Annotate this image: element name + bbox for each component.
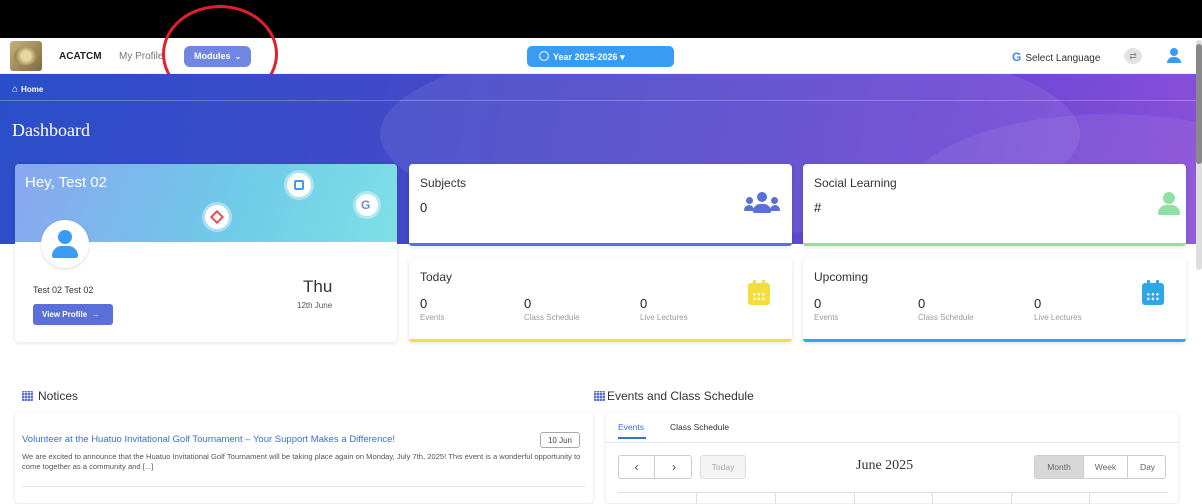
select-language-button[interactable]: G Select Language [1012, 50, 1100, 64]
notices-heading: Notices [22, 389, 78, 403]
year-label: Year 2025-2026 [553, 52, 618, 62]
page-title: Dashboard [12, 120, 90, 140]
tab-events[interactable]: Events [618, 422, 646, 439]
calendar-grid [618, 492, 1168, 504]
google-icon: G [1012, 50, 1022, 64]
breadcrumb-home[interactable]: ⌂ Home [12, 84, 43, 95]
home-icon: ⌂ [12, 84, 19, 95]
view-day-button[interactable]: Day [1127, 456, 1165, 478]
day-name: Thu [303, 277, 333, 296]
subjects-title: Subjects [420, 176, 467, 190]
calendar-icon [22, 391, 33, 401]
select-language-label: Select Language [1025, 53, 1101, 64]
notices-card: Volunteer at the Huatuo Invitational Gol… [15, 413, 593, 503]
my-profile-link[interactable]: My Profile [119, 51, 163, 62]
users-group-icon [744, 192, 780, 214]
refresh-badge-icon: G [356, 194, 378, 216]
today-title: Today [420, 270, 453, 284]
social-learning-card[interactable]: Social Learning # [803, 164, 1186, 246]
brand-name[interactable]: ACATCM [59, 51, 102, 62]
user-full-name: Test 02 Test 02 [33, 285, 94, 295]
view-month-button[interactable]: Month [1035, 456, 1083, 478]
square-badge-icon [287, 173, 311, 197]
page-scrollbar[interactable] [1196, 40, 1202, 270]
arrow-right-icon: → [91, 310, 100, 319]
clock-icon [539, 51, 549, 61]
translate-icon[interactable]: ⇄ [1124, 48, 1142, 64]
events-card: Events Class Schedule ‹ › Today June 202… [606, 413, 1178, 504]
tab-class-schedule[interactable]: Class Schedule [670, 422, 729, 432]
year-selector-button[interactable]: Year 2025-2026 ▾ [527, 46, 674, 67]
user-icon [1158, 192, 1180, 216]
calendar-icon [748, 280, 770, 305]
day-date: 12th June [297, 301, 333, 310]
calendar-icon [594, 391, 605, 401]
diamond-badge-icon [205, 205, 229, 229]
breadcrumb-home-label: Home [21, 85, 44, 94]
social-learning-title: Social Learning [814, 176, 897, 190]
upcoming-title: Upcoming [814, 270, 869, 284]
notice-body: We are excited to announce that the Huat… [22, 452, 581, 471]
today-button[interactable]: Today [700, 455, 746, 479]
next-month-button[interactable]: › [656, 456, 692, 478]
avatar [41, 220, 89, 268]
prev-month-button[interactable]: ‹ [619, 456, 655, 478]
caret-down-icon: ▾ [620, 52, 625, 62]
today-card[interactable]: Today 0 Events 0 Class Schedule 0 Live Lect… [409, 258, 792, 342]
notice-title-link[interactable]: Volunteer at the Huatuo Invitational Gol… [22, 434, 395, 445]
notice-date-badge: 10 Jun [540, 432, 580, 448]
user-account-icon[interactable] [1165, 47, 1183, 65]
greeting-text: Hey, Test 02 [25, 174, 107, 191]
subjects-count: 0 [420, 200, 428, 215]
view-profile-button[interactable]: View Profile → [33, 304, 113, 325]
calendar-month-title: June 2025 [856, 458, 914, 473]
subjects-card[interactable]: Subjects 0 [409, 164, 792, 246]
events-heading: Events and Class Schedule [594, 389, 754, 403]
acatcm-logo[interactable] [10, 41, 42, 71]
calendar-icon [1142, 280, 1164, 305]
view-profile-label: View Profile [42, 310, 88, 319]
view-week-button[interactable]: Week [1083, 456, 1127, 478]
scrollbar-thumb[interactable] [1196, 44, 1202, 164]
social-learning-value: # [814, 200, 822, 215]
upcoming-card[interactable]: Upcoming 0 Events 0 Class Schedule 0 Live L… [803, 258, 1186, 342]
welcome-card: Hey, Test 02 G Test 02 Test 02 View Prof… [15, 164, 397, 342]
calendar-nav-group: ‹ › [618, 455, 692, 479]
calendar-view-switcher: Month Week Day [1034, 455, 1166, 479]
